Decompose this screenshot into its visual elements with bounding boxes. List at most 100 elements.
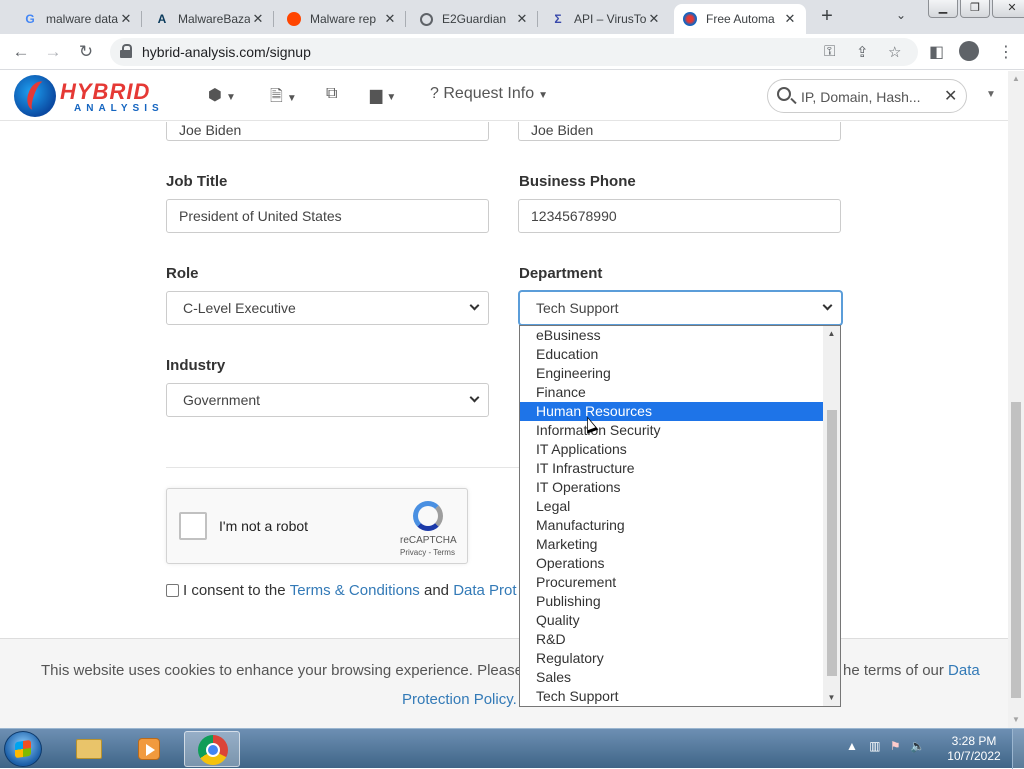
close-icon[interactable]: ✕: [782, 11, 798, 27]
start-button[interactable]: [4, 731, 42, 767]
close-icon[interactable]: ✕: [514, 11, 530, 27]
tab-malwarebazaar[interactable]: A MalwareBaza ✕: [146, 4, 274, 34]
consent-checkbox[interactable]: [166, 584, 179, 597]
department-option[interactable]: Finance: [520, 383, 824, 402]
new-tab-button[interactable]: +: [814, 6, 840, 28]
business-phone-input[interactable]: 12345678990: [518, 199, 841, 233]
page-scrollbar[interactable]: ▲ ▼: [1008, 71, 1024, 728]
department-option[interactable]: IT Applications: [520, 440, 824, 459]
department-option[interactable]: Legal: [520, 497, 824, 516]
dropdown-scroll-up[interactable]: ▲: [823, 328, 840, 340]
dropdown-scroll-down[interactable]: ▼: [823, 692, 840, 704]
folder-icon: ▆: [370, 87, 383, 104]
department-option[interactable]: Education: [520, 345, 824, 364]
industry-label: Industry: [166, 357, 226, 374]
system-tray[interactable]: ▲ ▥ ⚑ 🔈: [846, 739, 925, 753]
close-icon[interactable]: ✕: [118, 11, 134, 27]
volume-icon[interactable]: 🔈: [910, 739, 925, 753]
department-option[interactable]: Procurement: [520, 573, 824, 592]
key-icon[interactable]: ⚿: [824, 43, 835, 60]
tab-title: MalwareBaza: [178, 12, 250, 26]
tray-arrow-icon[interactable]: ▲: [846, 739, 858, 753]
department-option[interactable]: Engineering: [520, 364, 824, 383]
lock-icon[interactable]: [120, 44, 132, 58]
clear-search-icon[interactable]: ✕: [944, 86, 957, 106]
department-options-list[interactable]: eBusiness Education Engineering Finance Huma…: [519, 325, 841, 707]
tab-search-icon[interactable]: ⌄: [896, 8, 906, 22]
dropdown-scroll-thumb[interactable]: [827, 410, 837, 676]
search-input[interactable]: IP, Domain, Hash...: [801, 89, 921, 105]
job-title-input[interactable]: President of United States: [166, 199, 489, 233]
taskbar-media-player[interactable]: [120, 731, 176, 767]
profile-avatar-icon[interactable]: [959, 41, 979, 61]
department-option[interactable]: Publishing: [520, 592, 824, 611]
back-button[interactable]: ←: [10, 42, 32, 62]
taskbar-chrome[interactable]: [184, 731, 240, 767]
recaptcha-checkbox[interactable]: [179, 512, 207, 540]
nav-file-dropdown[interactable]: 🗎 ▼: [270, 85, 297, 112]
scrollbar-thumb[interactable]: [1011, 402, 1021, 698]
nav-folder-dropdown[interactable]: ▆ ▼: [370, 85, 396, 105]
user-menu-caret-icon[interactable]: ▼: [986, 89, 996, 100]
department-option[interactable]: Regulatory: [520, 649, 824, 668]
nav-sandbox-dropdown[interactable]: ⬢ ▼: [208, 85, 236, 105]
restore-button[interactable]: ❐: [960, 0, 990, 18]
department-option[interactable]: Quality: [520, 611, 824, 630]
department-option[interactable]: eBusiness: [520, 326, 824, 345]
department-option[interactable]: Sales: [520, 668, 824, 687]
minimize-button[interactable]: ▁: [928, 0, 958, 18]
department-option[interactable]: Information Security: [520, 421, 824, 440]
taskbar-clock[interactable]: 3:28 PM 10/7/2022: [944, 734, 1004, 764]
network-icon[interactable]: ▥: [869, 739, 880, 753]
close-icon[interactable]: ✕: [250, 11, 266, 27]
cookie-data-link[interactable]: Data: [948, 662, 980, 679]
address-bar[interactable]: hybrid-analysis.com/signup ⚿ ⇪ ☆: [110, 38, 918, 66]
caret-down-icon: ▼: [225, 92, 236, 103]
forward-button[interactable]: →: [42, 42, 64, 62]
department-option[interactable]: Human Resources: [520, 402, 824, 421]
department-option[interactable]: Manufacturing: [520, 516, 824, 535]
flag-icon[interactable]: ⚑: [890, 739, 901, 753]
industry-select[interactable]: Government: [166, 383, 489, 417]
department-option[interactable]: IT Infrastructure: [520, 459, 824, 478]
reload-button[interactable]: ↻: [75, 42, 97, 62]
department-option[interactable]: R&D: [520, 630, 824, 649]
share-icon[interactable]: ⇪: [856, 43, 869, 61]
menu-kebab-icon[interactable]: ⋮: [998, 42, 1014, 62]
first-name-input[interactable]: Joe Biden: [166, 122, 489, 141]
tab-malware-reddit[interactable]: Malware rep ✕: [278, 4, 406, 34]
tab-e2guardian[interactable]: E2Guardian ✕: [410, 4, 538, 34]
tab-malware-data[interactable]: G malware data ✕: [14, 4, 142, 34]
scroll-down-arrow[interactable]: ▼: [1008, 712, 1024, 728]
bookmark-star-icon[interactable]: ☆: [888, 43, 901, 61]
terms-link[interactable]: Terms & Conditions: [290, 582, 420, 599]
tab-virustotal[interactable]: Σ API – VirusTo ✕: [542, 4, 670, 34]
department-option[interactable]: IT Operations: [520, 478, 824, 497]
hybrid-analysis-logo[interactable]: HYBRID ANALYSIS: [14, 75, 182, 117]
nav-request-info[interactable]: ? Request Info ▼: [430, 85, 548, 103]
close-icon[interactable]: ✕: [646, 11, 662, 27]
role-select[interactable]: C-Level Executive: [166, 291, 489, 325]
copy-files-icon: ⧉: [326, 85, 338, 102]
cookie-policy-link[interactable]: Protection Policy.: [402, 691, 517, 708]
show-desktop-button[interactable]: [1012, 729, 1024, 769]
department-option[interactable]: Marketing: [520, 535, 824, 554]
scroll-up-arrow[interactable]: ▲: [1008, 71, 1024, 87]
department-select[interactable]: Tech Support: [519, 291, 842, 325]
cube-icon: ⬢: [208, 87, 222, 104]
taskbar-explorer[interactable]: [60, 731, 116, 767]
department-option[interactable]: Tech Support: [520, 687, 824, 706]
dropdown-scrollbar[interactable]: ▲ ▼: [823, 326, 840, 706]
recaptcha-privacy-terms[interactable]: Privacy - Terms: [400, 548, 455, 557]
tab-hybrid-analysis[interactable]: Free Automa ✕: [674, 4, 806, 34]
site-search[interactable]: IP, Domain, Hash... ✕: [767, 79, 967, 113]
url-text[interactable]: hybrid-analysis.com/signup: [142, 44, 311, 60]
side-panel-icon[interactable]: ◧: [929, 42, 944, 62]
department-option[interactable]: Operations: [520, 554, 824, 573]
last-name-input[interactable]: Joe Biden: [518, 122, 841, 141]
data-protection-link[interactable]: Data Prot: [453, 582, 516, 599]
nav-reports-button[interactable]: ⧉: [326, 85, 337, 103]
close-window-button[interactable]: ✕: [992, 0, 1024, 18]
close-icon[interactable]: ✕: [382, 11, 398, 27]
chevron-down-icon: [822, 300, 833, 311]
